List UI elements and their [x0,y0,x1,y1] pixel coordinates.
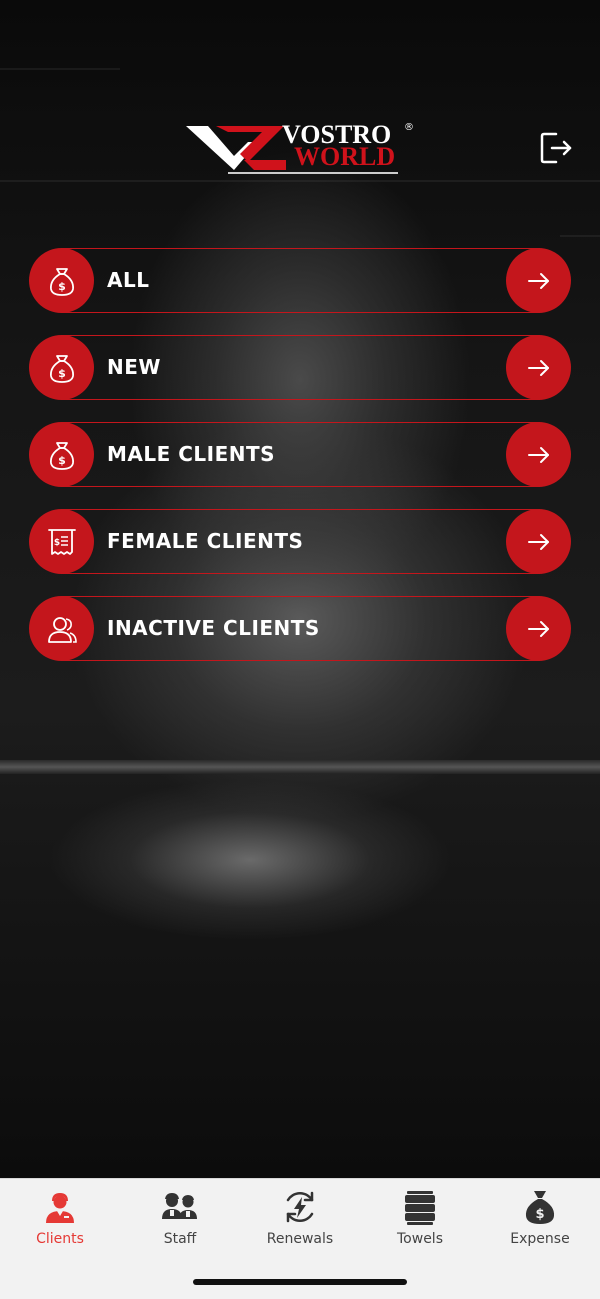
row-bottom-border [62,660,540,661]
arrow-right-icon [527,272,549,289]
background-stripe [0,180,600,182]
client-icon [46,1193,74,1223]
logo-text-world: WORLD [294,142,396,171]
row-bottom-border [62,486,540,487]
logout-icon [540,132,572,164]
menu-item-all[interactable]: $ ALL [29,248,571,314]
arrow-button[interactable] [506,335,571,400]
home-indicator[interactable] [193,1279,407,1285]
arrow-right-icon [527,359,549,376]
arrow-right-icon [527,446,549,463]
receipt-icon: $ [47,528,76,555]
row-bottom-border [62,573,540,574]
menu-item-label: NEW [107,355,161,379]
tab-clients[interactable]: Clients [0,1185,120,1255]
row-icon-badge: $ [29,248,94,313]
menu-item-new[interactable]: $ NEW [29,335,571,401]
tab-renewals[interactable]: Renewals [240,1185,360,1255]
svg-text:$: $ [53,538,59,548]
background-barbell [0,760,600,774]
arrow-button[interactable] [506,596,571,661]
row-top-border [62,422,540,423]
arrow-button[interactable] [506,248,571,313]
users-icon [47,616,77,643]
vostro-world-logo: VOSTRO ® WORLD [186,120,414,176]
tab-label: Clients [36,1231,84,1247]
menu-item-label: ALL [107,268,150,292]
svg-text:$: $ [58,367,66,380]
logout-button[interactable] [538,130,574,166]
tab-label: Towels [397,1231,443,1247]
tab-expense[interactable]: $ Expense [480,1185,600,1255]
tab-icon-wrapper [160,1187,200,1227]
menu-item-male-clients[interactable]: $ MALE CLIENTS [29,422,571,488]
menu-item-label: MALE CLIENTS [107,442,276,466]
logo-registered-mark: ® [404,122,414,133]
menu-item-label: INACTIVE CLIENTS [107,616,320,640]
row-top-border [62,335,540,336]
menu-item-inactive-clients[interactable]: INACTIVE CLIENTS [29,596,571,662]
row-icon-badge: $ [29,509,94,574]
tab-icon-wrapper [40,1187,80,1227]
money-bag-icon: $ [49,267,74,296]
tab-icon-wrapper [400,1187,440,1227]
row-icon-badge: $ [29,335,94,400]
logo-underline [228,172,398,174]
tab-label: Expense [510,1231,570,1247]
tab-icon-wrapper: $ [520,1187,560,1227]
money-bag-icon: $ [49,354,74,383]
svg-text:$: $ [58,454,66,467]
svg-text:$: $ [58,280,66,293]
tab-label: Staff [163,1231,197,1247]
renewals-icon [286,1191,314,1223]
row-top-border [62,248,540,249]
background-stripe [0,68,120,70]
background-photo [0,0,600,1178]
row-icon-badge: $ [29,422,94,487]
menu-item-label: FEMALE CLIENTS [107,529,304,553]
arrow-button[interactable] [506,509,571,574]
row-bottom-border [62,399,540,400]
staff-icon [162,1193,197,1219]
row-top-border [62,509,540,510]
tab-staff[interactable]: Staff [120,1185,240,1255]
row-bottom-border [62,312,540,313]
svg-text:$: $ [535,1207,544,1222]
screen: VOSTRO ® WORLD $ ALL $ NEW $ MALE CLIENT… [0,0,600,1299]
row-icon-badge [29,596,94,661]
logo-v-mark-icon [186,126,286,170]
towels-icon [405,1191,435,1225]
money-bag-icon: $ [49,441,74,470]
arrow-right-icon [527,533,549,550]
expense-bag-icon: $ [525,1191,555,1224]
arrow-right-icon [527,620,549,637]
background-stripe [560,235,600,237]
arrow-button[interactable] [506,422,571,487]
menu-item-female-clients[interactable]: $ FEMALE CLIENTS [29,509,571,575]
tab-icon-wrapper [280,1187,320,1227]
row-top-border [62,596,540,597]
tab-towels[interactable]: Towels [360,1185,480,1255]
tab-label: Renewals [266,1231,334,1247]
